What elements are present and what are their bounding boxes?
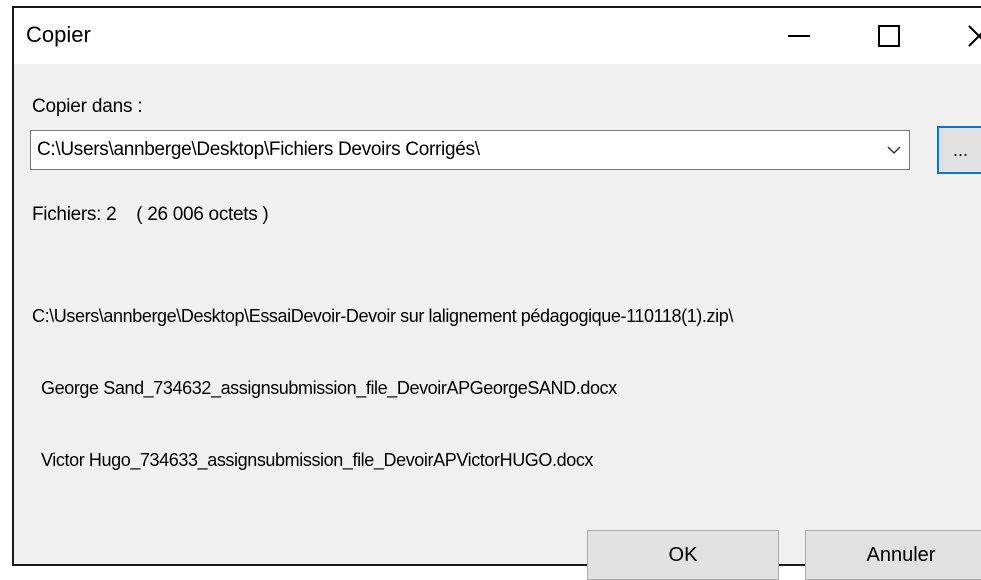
archive-source-path: C:\Users\annberge\Desktop\EssaiDevoir-De… [32, 306, 733, 326]
close-icon [968, 25, 981, 47]
window-title: Copier [26, 22, 91, 47]
file-list: C:\Users\annberge\Desktop\EssaiDevoir-De… [32, 256, 733, 520]
minimize-icon [788, 35, 810, 37]
title-bar[interactable]: Copier [14, 8, 981, 64]
browse-button[interactable]: ... [937, 126, 981, 174]
cancel-button[interactable]: Annuler [805, 530, 981, 580]
list-item: Victor Hugo_734633_assignsubmission_file… [41, 450, 594, 470]
destination-combobox[interactable]: C:\Users\annberge\Desktop\Fichiers Devoi… [30, 130, 910, 170]
maximize-button[interactable] [844, 8, 934, 64]
destination-path-value[interactable]: C:\Users\annberge\Desktop\Fichiers Devoi… [37, 139, 480, 161]
close-button[interactable] [934, 8, 981, 64]
minimize-button[interactable] [754, 8, 844, 64]
ok-button[interactable]: OK [587, 530, 779, 580]
destination-label: Copier dans : [32, 96, 143, 117]
browse-button-label: ... [953, 140, 969, 160]
list-item: George Sand_734632_assignsubmission_file… [41, 378, 617, 398]
copy-dialog: Copier Copier dans : C:\Users\annberge\D… [12, 6, 981, 580]
maximize-icon [878, 25, 900, 47]
file-count-summary: Fichiers: 2 ( 26 006 octets ) [32, 204, 269, 225]
chevron-down-icon[interactable] [887, 143, 901, 157]
